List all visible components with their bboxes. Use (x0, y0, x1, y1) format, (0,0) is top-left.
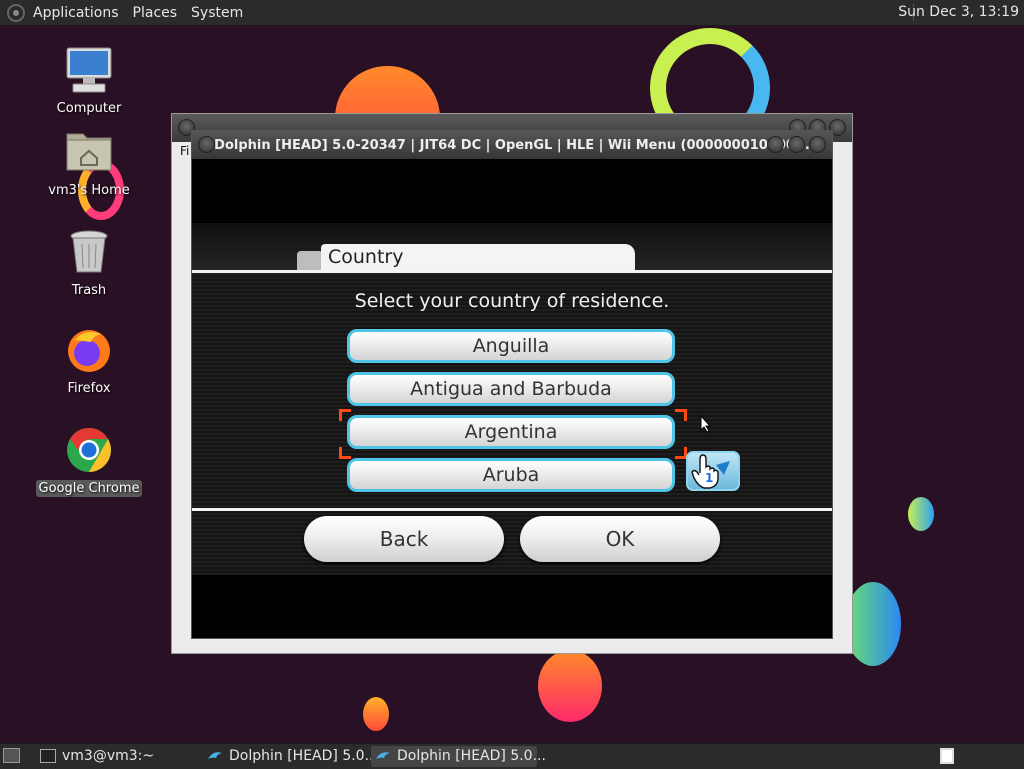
dolphin-render-window[interactable]: Dolphin [HEAD] 5.0-20347 | JIT64 DC | Op… (191, 130, 833, 639)
wii-tab-country: Country (321, 244, 635, 271)
clock[interactable]: Sun Dec 3, 13:19 (898, 4, 1019, 20)
wallpaper-green-dot (908, 497, 934, 531)
desktop-icon-home[interactable]: vm3's Home (34, 128, 144, 199)
country-option-aruba[interactable]: Aruba (347, 458, 675, 492)
desktop-icon-trash[interactable]: Trash (34, 228, 144, 299)
distro-logo-icon[interactable] (7, 3, 25, 22)
computer-icon (65, 46, 113, 94)
minimize-button[interactable] (767, 136, 784, 153)
home-folder-icon (65, 128, 113, 176)
taskbar-item-label: Dolphin [HEAD] 5.0... (397, 748, 546, 764)
window-menu-button[interactable] (198, 136, 215, 153)
taskbar-item-label: vm3@vm3:~ (62, 748, 155, 764)
wii-divider-top (192, 270, 832, 273)
desktop-icon-label: Trash (71, 283, 107, 298)
ok-button[interactable]: OK (520, 516, 720, 562)
dolphin-icon (208, 752, 222, 759)
workspace-switcher[interactable] (940, 748, 954, 764)
show-desktop-icon[interactable] (3, 748, 20, 763)
country-option-argentina[interactable]: Argentina (347, 415, 675, 449)
desktop-icon-label: Firefox (67, 381, 111, 396)
wii-screen[interactable]: Country Select your country of residence… (192, 159, 832, 638)
selection-corner-tr (675, 409, 687, 421)
taskbar-item-terminal[interactable]: vm3@vm3:~ (36, 746, 196, 767)
pointer-player-number: 1 (705, 471, 714, 485)
wallpaper-small-orange-blob (363, 697, 389, 731)
top-panel: Applications Places System Sun Dec 3, 13… (0, 0, 1024, 26)
terminal-icon (40, 749, 56, 763)
window-title: Dolphin [HEAD] 5.0-20347 | JIT64 DC | Op… (214, 137, 810, 153)
menu-applications[interactable]: Applications (33, 5, 119, 21)
mouse-cursor-icon (700, 415, 712, 433)
menu-places[interactable]: Places (133, 5, 178, 21)
dolphin-icon (376, 752, 390, 759)
desktop-icon-firefox[interactable]: Firefox (34, 326, 144, 397)
wii-prompt: Select your country of residence. (354, 290, 670, 312)
desktop-icon-label: Google Chrome (35, 480, 143, 497)
desktop-icon-label: Computer (56, 101, 122, 116)
trash-icon (65, 228, 113, 276)
taskbar-item-label: Dolphin [HEAD] 5.0... (229, 748, 378, 764)
taskbar-item-dolphin-render[interactable]: Dolphin [HEAD] 5.0... (371, 746, 546, 767)
menu-system[interactable]: System (191, 5, 243, 21)
wallpaper-blue-blob (845, 582, 901, 666)
maximize-button[interactable] (788, 136, 805, 153)
back-window-menu-file[interactable]: Fi (180, 144, 189, 158)
chrome-icon (65, 426, 113, 474)
back-button[interactable]: Back (304, 516, 504, 562)
render-window-titlebar[interactable]: Dolphin [HEAD] 5.0-20347 | JIT64 DC | Op… (192, 131, 832, 159)
firefox-icon (65, 326, 113, 374)
desktop-icon-chrome[interactable]: Google Chrome (34, 426, 144, 497)
wii-divider-bottom (192, 508, 832, 511)
wii-tab-back (297, 251, 323, 271)
desktop-icon-computer[interactable]: Computer (34, 46, 144, 117)
wallpaper-pink-blob (538, 650, 602, 722)
country-option-anguilla[interactable]: Anguilla (347, 329, 675, 363)
selection-corner-tl (339, 409, 351, 421)
selection-corner-bl (339, 447, 351, 459)
desktop-icon-label: vm3's Home (48, 183, 130, 198)
scroll-arrow-button[interactable]: 1 (686, 451, 740, 491)
country-option-antigua-and-barbuda[interactable]: Antigua and Barbuda (347, 372, 675, 406)
close-button[interactable] (809, 136, 826, 153)
bottom-panel: vm3@vm3:~ Dolphin [HEAD] 5.0... Dolphin … (0, 743, 1024, 769)
taskbar-item-dolphin-main[interactable]: Dolphin [HEAD] 5.0... (203, 746, 378, 767)
